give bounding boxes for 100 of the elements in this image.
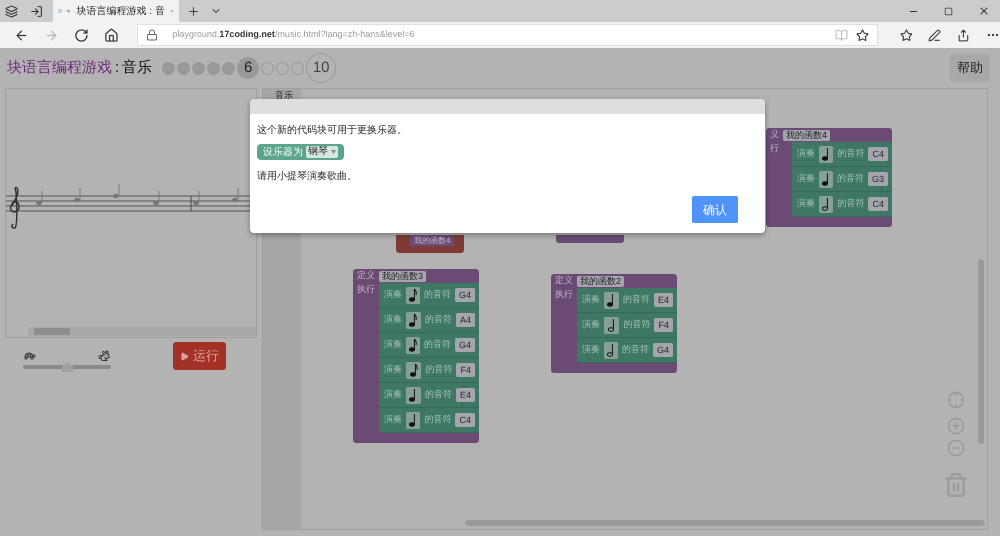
function-block[interactable]: 义 我的函数4 行 演奏 的音符 C4 演奏 的音符 G3 演奏 的音符 C4 [766,128,892,227]
function-name-field[interactable]: 我的函数2 [577,276,624,286]
play-note-block[interactable]: 演奏 的音符 F4 [379,358,479,383]
note-dropdown[interactable] [406,286,420,304]
refresh-icon[interactable] [74,28,89,42]
run-button[interactable]: 运行 [173,342,226,370]
address-field[interactable]: playground.17coding.net/music.html?lang=zh-hans&level=6 [137,24,878,46]
function-block[interactable]: 定义 我的函数2 执行 演奏 的音符 E4 演奏 的音符 F4 演奏 的音符 G4 [551,274,677,373]
pitch-field[interactable]: G4 [454,338,475,352]
play-note-block[interactable]: 演奏 的音符 C4 [792,192,892,217]
block-label: 演奏 [582,318,600,332]
restore-icon[interactable] [944,6,953,16]
block-label: 定义 [555,274,573,288]
play-note-block[interactable]: 演奏 的音符 G4 [379,333,479,358]
confirm-button[interactable]: 确认 [692,196,738,223]
note-dropdown[interactable] [819,170,833,188]
favorite-icon[interactable] [856,28,869,42]
block-label: 的音符 [837,147,864,160]
note-icon [410,363,418,377]
page-title: 音乐 [122,58,152,78]
note-icon [408,338,417,352]
note-dropdown[interactable] [604,316,620,334]
block-label: 的音符 [424,338,451,352]
dropdown-arrow-icon [331,150,336,154]
block-label: 义 [770,128,779,142]
function-name-field[interactable]: 我的函数3 [379,270,426,282]
slider-thumb[interactable] [62,362,73,372]
note-dropdown[interactable] [819,196,834,212]
dialog-message: 这个新的代码块可用于更换乐器。 [257,124,408,138]
play-note-block[interactable]: 演奏 的音符 F4 [577,313,677,338]
pitch-field[interactable]: E4 [654,293,673,307]
block-label: 定义 [357,269,375,282]
block-label: 演奏 [797,172,815,186]
block-label: 演奏 [384,338,402,352]
note-dropdown[interactable] [604,342,618,358]
speed-slider[interactable] [23,362,111,372]
tabs-icon[interactable] [5,4,18,18]
function-name-field[interactable]: 我的函数4 [783,130,830,140]
pitch-field[interactable]: E4 [456,388,475,402]
pitch-field[interactable]: A4 [456,313,475,327]
horizontal-scrollbar[interactable] [465,520,985,526]
play-note-block[interactable]: 演奏 的音符 G4 [577,338,677,363]
toolbox-category[interactable]: 音乐 [275,90,301,100]
share-icon[interactable] [957,28,970,42]
note-dropdown[interactable] [406,386,421,404]
block-label: 演奏 [384,313,402,326]
pitch-field[interactable]: F4 [654,318,673,332]
new-tab-icon[interactable] [187,4,200,18]
function-call-block[interactable]: 我的函数4 [396,235,464,253]
note-icon [409,413,418,427]
note-icon [608,318,616,332]
home-icon[interactable] [104,28,118,42]
pen-icon[interactable] [928,28,942,42]
help-button[interactable]: 帮助 [950,54,990,82]
note-dropdown[interactable] [406,336,420,354]
pitch-field[interactable]: G3 [868,172,888,186]
play-icon [180,352,189,360]
lock-icon [146,29,158,41]
pitch-field[interactable]: G4 [652,343,673,357]
block-label: 执行 [356,283,376,296]
play-note-block[interactable]: 演奏 的音符 G3 [792,167,892,192]
block-label: 执行 [554,288,574,301]
rabbit-icon [97,350,111,362]
block-label: 演奏 [582,293,600,306]
note-dropdown[interactable] [406,362,422,378]
note-dropdown[interactable] [406,412,420,428]
pitch-field[interactable]: C4 [455,413,475,427]
pitch-field[interactable]: C4 [868,147,888,161]
game-title: 块语言编程游戏 [7,58,112,78]
note-dropdown[interactable] [819,146,834,162]
vertical-scrollbar[interactable] [978,259,984,444]
play-note-block[interactable]: 演奏 的音符 C4 [792,142,892,167]
dialog-instruction: 请用小提琴演奏歌曲。 [257,170,358,184]
block-label: 演奏 [797,147,815,160]
browser-tab[interactable]: 块语言编程游戏 : 音 [53,0,179,22]
note-icon [606,343,615,357]
play-note-block[interactable]: 演奏 的音符 E4 [577,288,677,313]
play-note-block[interactable]: 演奏 的音符 A4 [379,308,479,333]
pitch-field[interactable]: G4 [454,288,475,302]
block-label: 演奏 [797,197,815,210]
block-label: 的音符 [425,363,452,376]
favorites-list-icon[interactable] [900,28,912,42]
block-label: 演奏 [582,343,600,356]
close-icon[interactable] [978,5,990,17]
set-aside-icon[interactable] [30,4,43,18]
pitch-field[interactable]: C4 [868,197,888,211]
horizontal-scrollbar[interactable] [28,327,256,336]
block-label: 的音符 [623,318,650,332]
function-block[interactable]: 定义 我的函数3 执行 演奏 的音符 G4 演奏 的音符 A4 演奏 的音符 G4 演奏 的音符 F4 演奏 的音符 E4 演奏 的音符 C4 [353,269,479,443]
block-label: 演奏 [384,288,402,302]
tab-title: 块语言编程游戏 : 音 [76,4,165,18]
note-dropdown[interactable] [406,312,421,328]
back-icon[interactable] [14,28,29,42]
note-icon [822,147,830,161]
play-note-block[interactable]: 演奏 的音符 E4 [379,383,479,408]
play-note-block[interactable]: 演奏 的音符 G4 [379,283,479,308]
pitch-field[interactable]: F4 [456,363,475,377]
play-note-block[interactable]: 演奏 的音符 C4 [379,408,479,433]
note-dropdown[interactable] [604,292,619,308]
block-label: 的音符 [836,172,864,186]
